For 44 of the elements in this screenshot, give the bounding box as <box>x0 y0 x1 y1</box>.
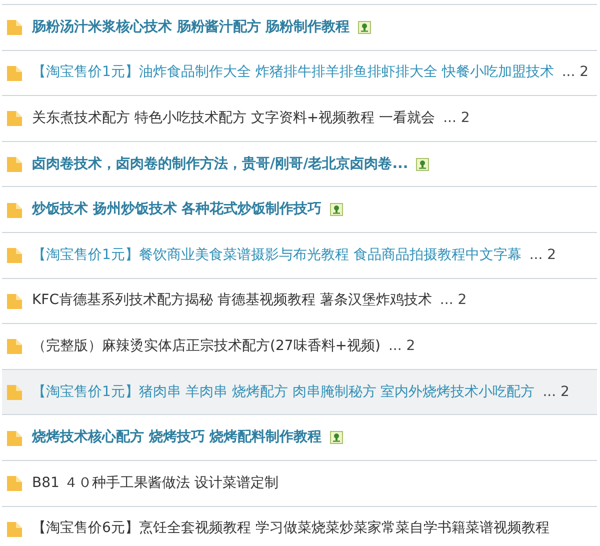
thread-title-link[interactable]: 关东煮技术配方 特色小吃技术配方 文字资料+视频教程 一看就会 <box>32 108 436 129</box>
page-link[interactable]: ... 2 <box>443 108 470 129</box>
thread-title-link[interactable]: KFC肯德基系列技术配方揭秘 肯德基视频教程 薯条汉堡炸鸡技术 <box>32 290 432 312</box>
thread-title-link[interactable]: （完整版）麻辣烫实体店正宗技术配方(27味香料+视频) <box>32 336 380 357</box>
thread-row[interactable]: 卤肉卷技术，卤肉卷的制作方法，贵哥/刚哥/老北京卤肉卷... <box>2 142 597 188</box>
folder-icon <box>6 337 24 356</box>
folder-icon <box>6 109 24 128</box>
folder-icon <box>6 428 24 447</box>
thread-title-link[interactable]: 烧烤技术核心配方 烧烤技巧 烧烤配料制作教程 <box>32 427 322 448</box>
thread-title-link[interactable]: 肠粉汤汁米浆核心技术 肠粉酱汁配方 肠粉制作教程 <box>32 16 350 38</box>
folder-icon <box>6 155 24 174</box>
attachment-icon[interactable] <box>330 203 343 216</box>
folder-icon <box>6 383 24 402</box>
folder-icon <box>6 18 24 36</box>
folder-icon <box>6 474 24 492</box>
thread-row[interactable]: 【淘宝售价1元】餐饮商业美食菜谱摄影与布光教程 食品商品拍摄教程中文字幕 ... 2 <box>2 232 597 279</box>
thread-row[interactable]: 炒饭技术 扬州炒饭技术 各种花式炒饭制作技巧 <box>2 187 597 233</box>
thread-row[interactable]: 【淘宝售价1元】猪肉串 羊肉串 烧烤配方 肉串腌制秘方 室内外烧烤技术小吃配方 ... 2 <box>2 370 597 416</box>
page-link[interactable]: ... 2 <box>388 336 416 357</box>
thread-row[interactable]: 烧烤技术核心配方 烧烤技巧 烧烤配料制作教程 <box>2 415 597 461</box>
attachment-icon[interactable] <box>330 431 343 444</box>
folder-icon <box>6 520 24 538</box>
folder-icon <box>6 246 24 264</box>
attachment-icon[interactable] <box>416 158 430 171</box>
thread-row[interactable]: 关东煮技术配方 特色小吃技术配方 文字资料+视频教程 一看就会 ... 2 <box>2 96 597 142</box>
page-link[interactable]: ... 2 <box>529 244 556 266</box>
thread-row[interactable]: 【淘宝售价6元】烹饪全套视频教程 学习做菜烧菜炒菜家常菜自学书籍菜谱视频教程 <box>2 506 597 546</box>
thread-title-link[interactable]: B81 ４０种手工果酱做法 设计菜谱定制 <box>32 472 278 494</box>
thread-row[interactable]: 【淘宝售价1元】油炸食品制作大全 炸猪排牛排羊排鱼排虾排大全 快餐小吃加盟技术 ... 2 <box>2 50 597 96</box>
attachment-icon[interactable] <box>358 20 371 34</box>
thread-row[interactable]: B81 ４０种手工果酱做法 设计菜谱定制 <box>2 460 597 507</box>
thread-title-link[interactable]: 【淘宝售价1元】油炸食品制作大全 炸猪排牛排羊排鱼排虾排大全 快餐小吃加盟技术 <box>32 62 554 84</box>
thread-title-link[interactable]: 【淘宝售价6元】烹饪全套视频教程 学习做菜烧菜炒菜家常菜自学书籍菜谱视频教程 <box>32 518 550 540</box>
folder-icon <box>6 200 24 219</box>
page-link[interactable]: ... 2 <box>542 382 570 403</box>
thread-title-link[interactable]: 炒饭技术 扬州炒饭技术 各种花式炒饭制作技巧 <box>32 199 322 220</box>
folder-icon <box>6 64 24 82</box>
thread-row[interactable]: 肠粉汤汁米浆核心技术 肠粉酱汁配方 肠粉制作教程 <box>2 5 597 51</box>
page-link[interactable]: ... 2 <box>562 62 589 84</box>
folder-icon <box>6 292 24 310</box>
thread-title-link[interactable]: 【淘宝售价1元】餐饮商业美食菜谱摄影与布光教程 食品商品拍摄教程中文字幕 <box>32 244 522 266</box>
thread-title-link[interactable]: 卤肉卷技术，卤肉卷的制作方法，贵哥/刚哥/老北京卤肉卷... <box>32 154 408 175</box>
thread-row[interactable]: KFC肯德基系列技术配方揭秘 肯德基视频教程 薯条汉堡炸鸡技术 ... 2 <box>2 278 597 324</box>
page-link[interactable]: ... 2 <box>440 290 467 312</box>
